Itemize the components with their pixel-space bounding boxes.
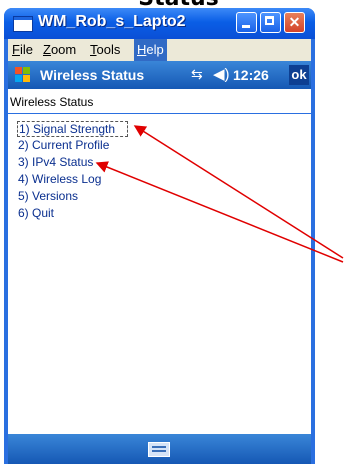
annotation-arrows [95,125,344,263]
arrow-to-ipv4-status [95,161,344,263]
arrow-to-signal-strength [133,125,344,259]
